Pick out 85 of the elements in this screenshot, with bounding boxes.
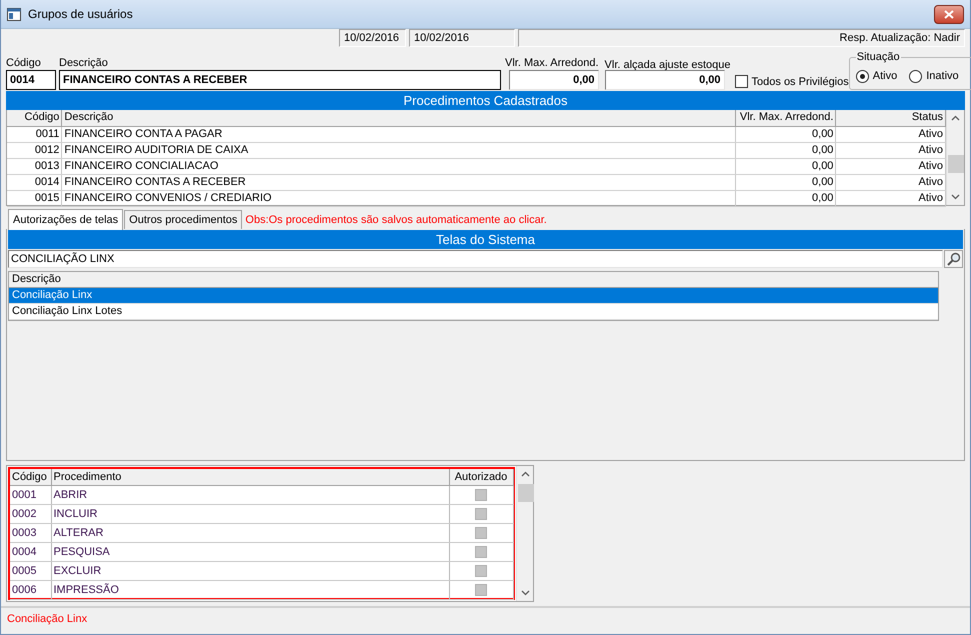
table-cell: INCLUIR [51,504,449,523]
table-cell: 0,00 [736,158,836,174]
table-cell: 0004 [10,542,51,561]
search-button[interactable] [944,250,963,268]
scrollbar-thumb [948,155,964,173]
column-header: Procedimento [51,469,449,485]
scroll-up-icon [520,471,530,477]
checkbox[interactable] [475,564,487,577]
search-icon [946,252,960,266]
checkbox[interactable] [475,488,487,501]
close-button[interactable] [934,4,964,24]
table-cell: 0002 [10,504,51,523]
table-cell: 0,00 [736,174,836,190]
table-cell: ALTERAR [51,523,449,542]
section-header: Procedimentos Cadastrados [6,91,965,110]
tab[interactable]: Outros procedimentos [124,210,242,229]
checkbox[interactable] [475,508,487,520]
table-cell: ABRIR [51,485,449,504]
tab[interactable]: Autorizações de telas [8,209,124,230]
table-cell: 0011 [7,126,62,142]
table-cell: FINANCEIRO CONVENIOS / CREDIARIO [62,190,736,206]
radio-button[interactable] [909,70,922,82]
table-cell: Ativo [836,190,946,206]
table-cell: 0013 [7,158,62,174]
table-cell: 0005 [10,561,51,580]
checkbox-label: Todos os Privilégios [752,76,849,88]
updated-by-field: Resp. Atualização: Nadir [518,29,965,47]
column-header: Status [836,110,946,126]
checkbox[interactable] [475,584,487,596]
checkbox[interactable] [475,526,487,539]
table-cell: 0001 [10,485,51,504]
group-label: Situação [856,51,901,63]
table-cell: EXCLUIR [51,561,449,580]
table-cell: 0,00 [736,126,836,142]
list-item[interactable]: Conciliação Linx Lotes [9,304,938,320]
column-header: Descrição [9,272,938,288]
radio-label: Inativo [926,70,959,82]
note-text: Obs:Os procedimentos são salvos automaticamente ao clicar. [245,213,547,228]
column-header: Código [7,110,62,126]
radio-label: Ativo [872,70,898,82]
table-cell: 0,00 [736,142,836,158]
field-label: Vlr. alçada ajuste estoque [604,59,731,72]
table-cell: Ativo [836,174,946,190]
field-label: Descrição [59,57,109,70]
column-header: Vlr. Max. Arredond. [736,110,836,126]
table-cell: IMPRESSÃO [51,580,449,599]
input-field[interactable]: 0,00 [508,70,599,90]
section-header: Telas do Sistema [8,230,963,249]
table-cell: FINANCEIRO CONTAS A RECEBER [62,174,736,190]
checkbox[interactable] [734,75,748,88]
scroll-up-icon [951,115,960,121]
date-field: 10/02/2016 [409,29,515,47]
table-cell: 0012 [7,142,62,158]
table-cell: Ativo [836,142,946,158]
scroll-down-icon [520,590,530,596]
table-cell: 0014 [7,174,62,190]
window-icon [7,8,21,20]
table-cell: Ativo [836,126,946,142]
table-cell: 0003 [10,523,51,542]
table-cell: 0015 [7,190,62,206]
table-cell: FINANCEIRO AUDITORIA DE CAIXA [62,142,736,158]
window-title: Grupos de usuários [28,7,134,21]
table-cell: 0006 [10,580,51,599]
close-icon [944,10,954,18]
scrollbar-thumb [518,484,534,502]
input-field[interactable]: 0,00 [604,70,725,90]
search-field[interactable]: CONCILIAÇÃO LINX [8,250,943,268]
column-header: Autorizado [449,469,513,485]
date-field: 10/02/2016 [339,29,406,47]
table-cell: FINANCEIRO CONCIALIACAO [62,158,736,174]
table-cell: FINANCEIRO CONTA A PAGAR [62,126,736,142]
field-label: Vlr. Max. Arredond. [505,57,599,70]
radio-button[interactable] [856,70,869,82]
scroll-down-icon [951,194,960,200]
checkbox[interactable] [475,546,487,558]
column-header: Código [10,469,51,485]
table-cell: PESQUISA [51,542,449,561]
table-cell: 0,00 [736,190,836,206]
input-field[interactable]: 0014 [6,70,56,90]
input-field[interactable]: FINANCEIRO CONTAS A RECEBER [59,70,501,90]
field-label: Código [6,57,42,70]
table-cell: Ativo [836,158,946,174]
status-text: Conciliação Linx [7,613,88,625]
list-item[interactable]: Conciliação Linx [9,288,938,304]
column-header: Descrição [62,110,736,126]
